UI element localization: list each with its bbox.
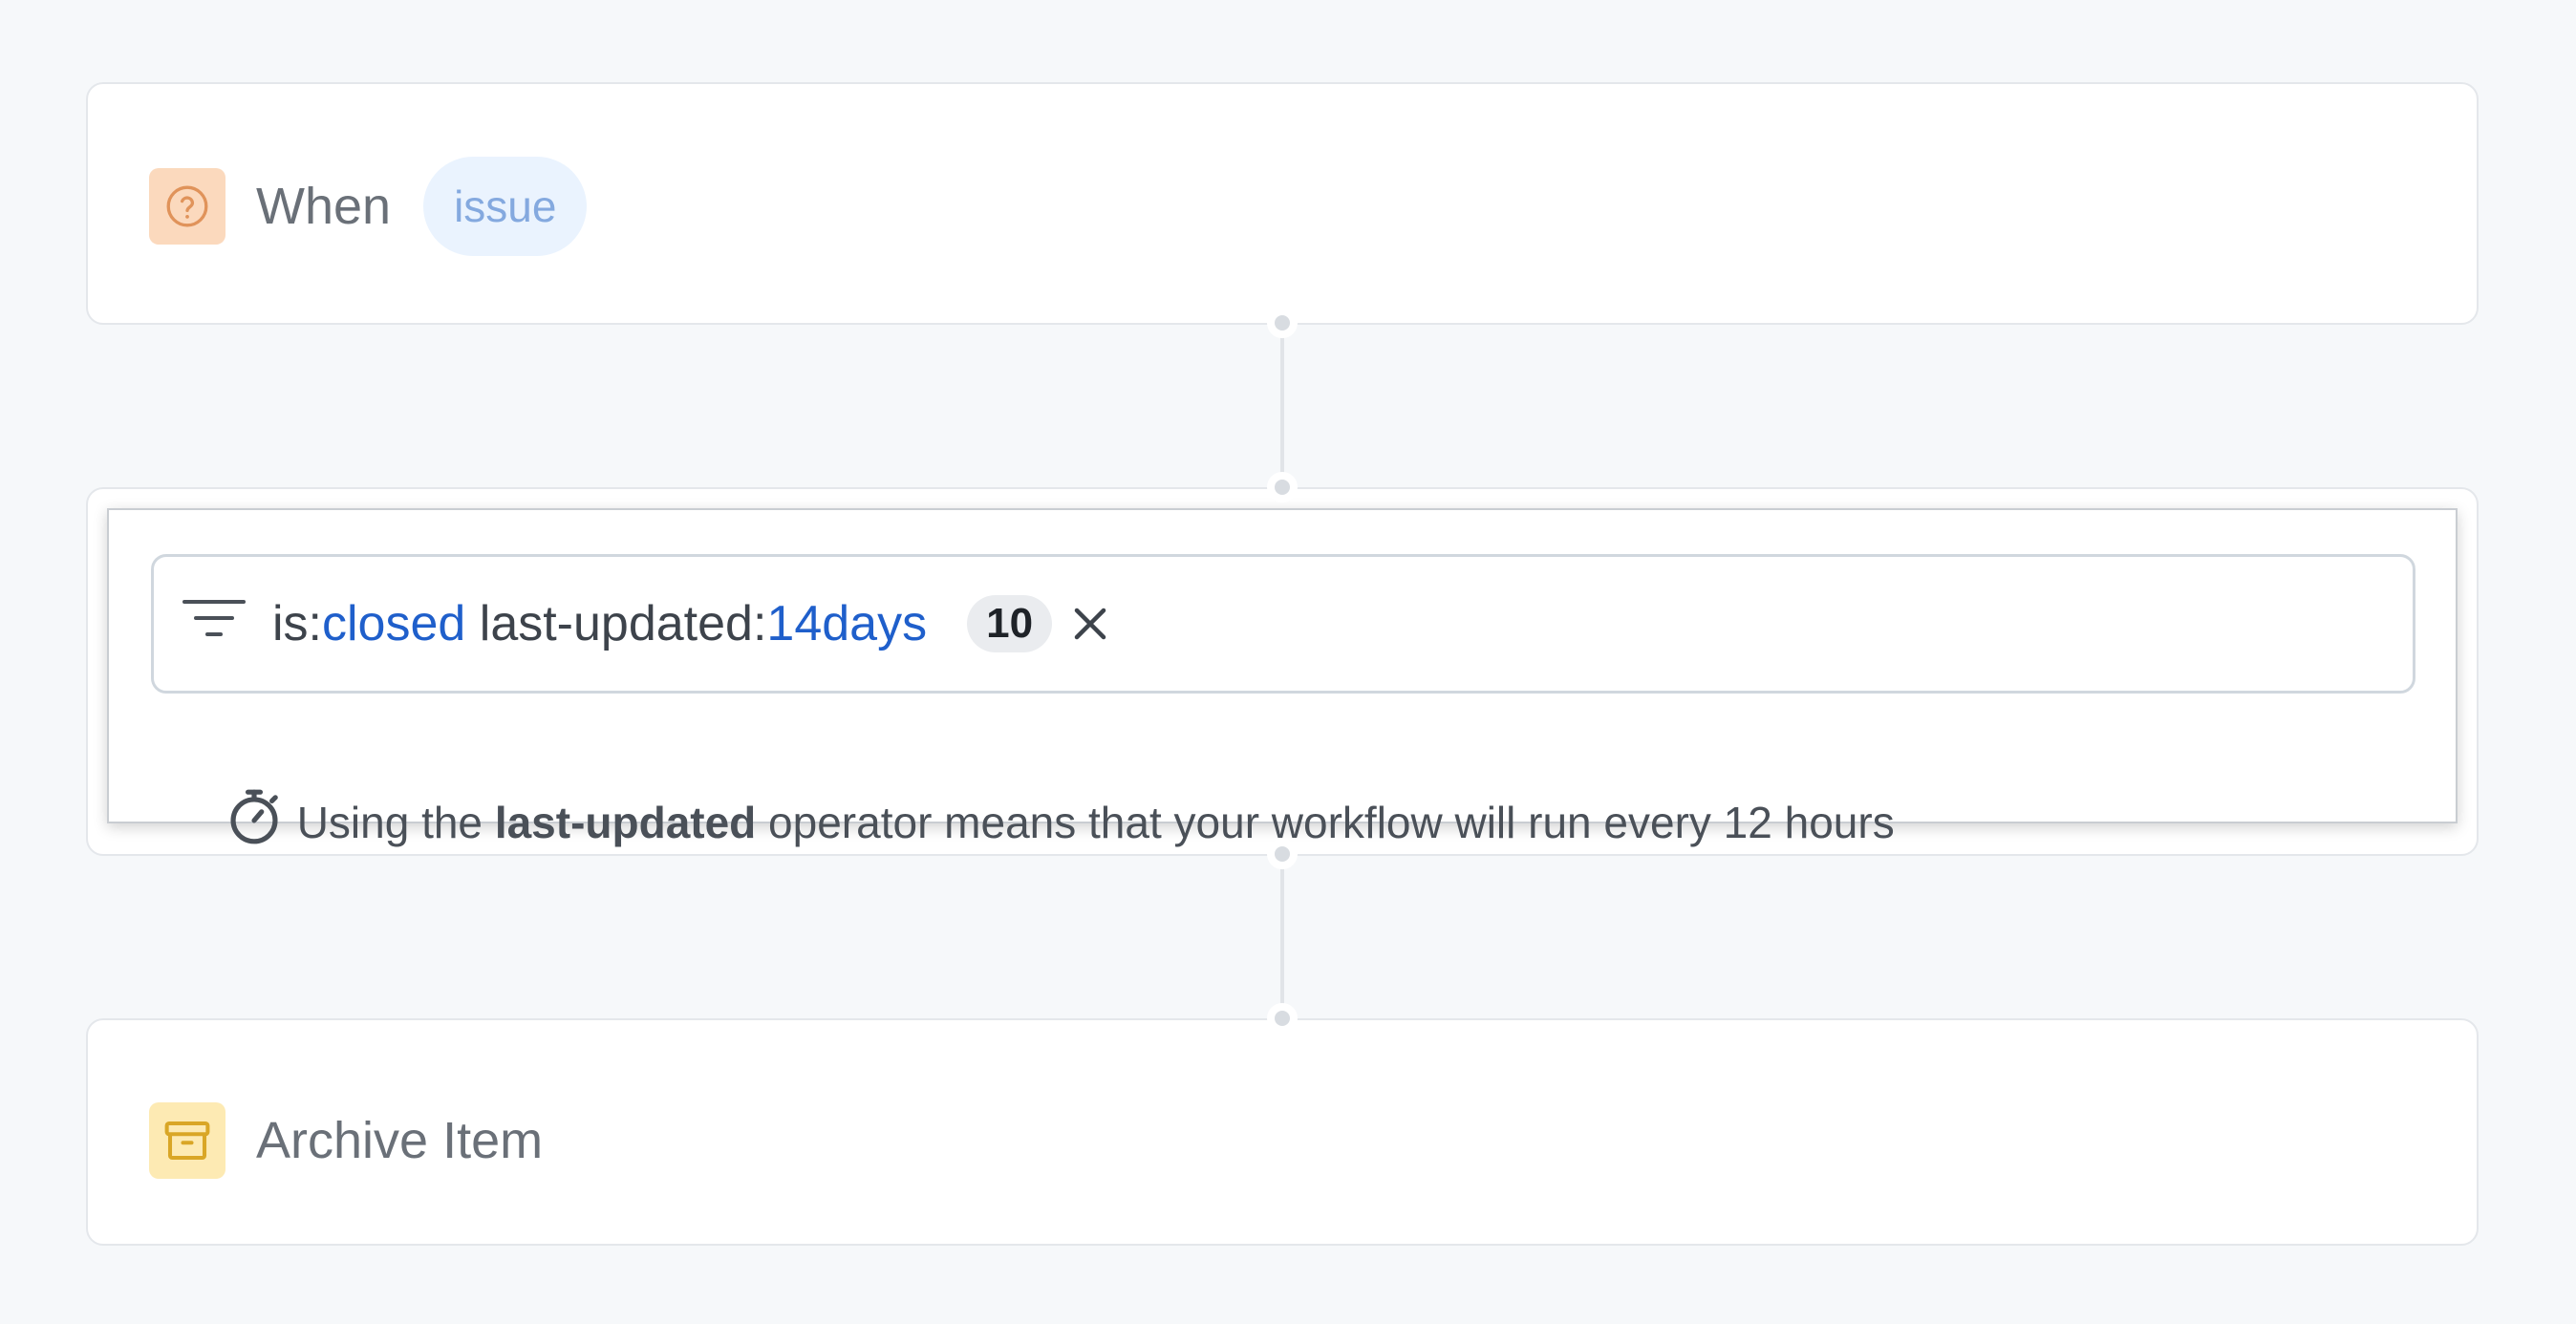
result-count-badge: 10 — [967, 595, 1053, 652]
query-key-last-updated: last-updated: — [465, 596, 767, 651]
connector-port — [1267, 839, 1298, 869]
close-icon[interactable] — [1067, 601, 1113, 647]
hint-suffix: operator means that your workflow will r… — [756, 797, 1895, 847]
trigger-card[interactable]: When issue — [86, 82, 2479, 325]
question-circle-icon — [149, 168, 225, 245]
filter-input[interactable]: is: closed last-updated: 14days 10 — [151, 554, 2415, 694]
item-type-pill[interactable]: issue — [423, 157, 588, 256]
hint-prefix: Using the — [296, 797, 495, 847]
when-label: When — [256, 178, 392, 235]
connector-port — [1267, 1003, 1298, 1034]
action-row: Archive Item — [149, 1102, 543, 1179]
connector-port — [1267, 308, 1298, 338]
stopwatch-icon — [151, 736, 297, 908]
action-card[interactable]: Archive Item — [86, 1018, 2479, 1246]
filter-query: is: closed last-updated: 14days — [272, 595, 927, 652]
query-value-14days: 14days — [766, 596, 928, 651]
query-key-is: is: — [272, 596, 322, 651]
hint-keyword: last-updated — [494, 797, 757, 847]
archive-icon — [149, 1102, 225, 1179]
query-value-closed: closed — [322, 596, 466, 651]
connector-port — [1267, 472, 1298, 502]
filter-icon — [182, 595, 246, 652]
action-label: Archive Item — [256, 1112, 544, 1169]
filter-panel: is: closed last-updated: 14days 10 Using t… — [107, 508, 2458, 847]
schedule-hint: Using the last-updated operator means th… — [151, 736, 1895, 908]
connector-line-top — [1280, 325, 1284, 487]
trigger-row: When issue — [149, 157, 588, 256]
